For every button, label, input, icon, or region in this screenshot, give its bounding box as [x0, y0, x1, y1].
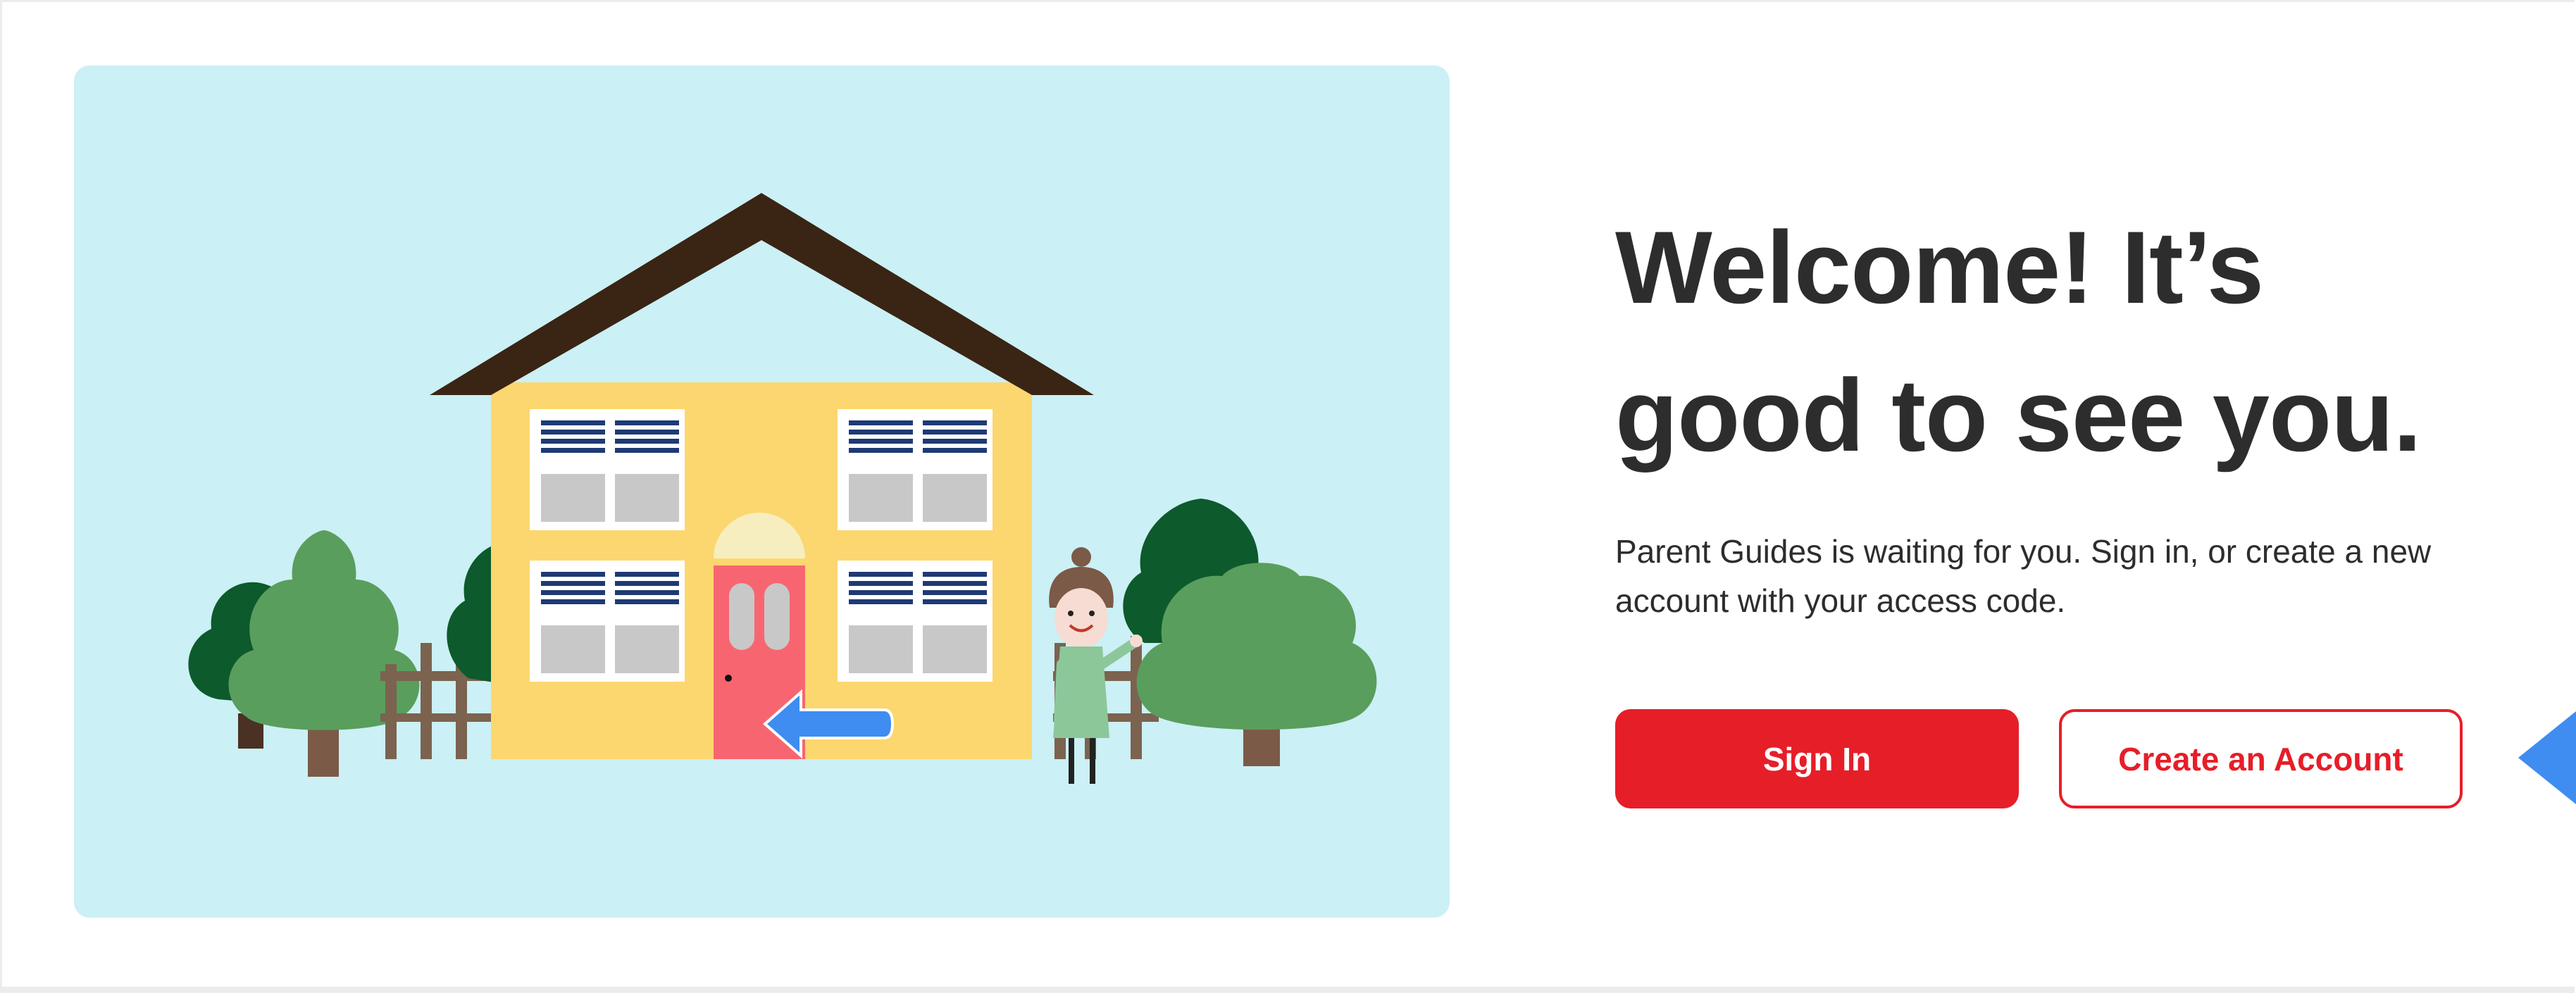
window-icon: [838, 409, 993, 530]
window-icon: [530, 561, 685, 682]
create-account-button[interactable]: Create an Account: [2059, 709, 2463, 808]
welcome-heading: Welcome! It’s good to see you.: [1615, 194, 2496, 489]
welcome-heading-line2: good to see you.: [1615, 358, 2422, 473]
welcome-heading-line1: Welcome! It’s: [1615, 210, 2264, 325]
window-icon: [838, 561, 993, 682]
window-icon: [530, 409, 685, 530]
sign-in-button[interactable]: Sign In: [1615, 709, 2019, 808]
welcome-illustration: [74, 65, 1450, 918]
arrow-left-icon: [2518, 711, 2576, 804]
welcome-description: Parent Guides is waiting for you. Sign i…: [1615, 533, 2432, 619]
